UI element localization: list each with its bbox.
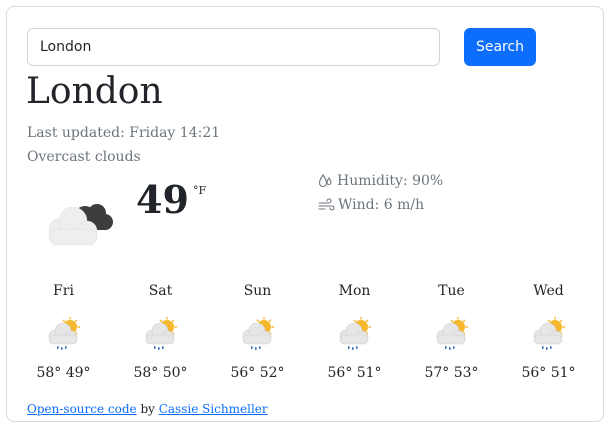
- forecast-day: Fri 58° 49°: [15, 283, 112, 381]
- city-name: London: [26, 71, 163, 112]
- overcast-clouds-icon: [48, 204, 113, 246]
- cloud-sun-rain-icon: [48, 317, 80, 350]
- forecast-day-name: Tue: [438, 283, 465, 299]
- cloud-sun-rain-icon: [242, 317, 274, 350]
- last-updated: Last updated: Friday 14:21: [27, 125, 221, 141]
- forecast-day-name: Wed: [533, 283, 564, 299]
- forecast-day: Mon 56° 51°: [306, 283, 403, 381]
- forecast-day-name: Mon: [338, 283, 371, 299]
- author-link[interactable]: Cassie Sichmeller: [159, 402, 268, 416]
- forecast-temps: 58° 49°: [36, 365, 91, 381]
- forecast-day: Sat 58° 50°: [112, 283, 209, 381]
- forecast-day: Sun 56° 52°: [209, 283, 306, 381]
- forecast-day: Wed 56° 51°: [500, 283, 597, 381]
- temperature-unit[interactable]: °F: [193, 184, 206, 197]
- forecast-temps: 57° 53°: [424, 365, 479, 381]
- forecast-temps: 56° 52°: [230, 365, 285, 381]
- source-code-link[interactable]: Open-source code: [27, 402, 137, 416]
- forecast-day-name: Sat: [148, 283, 173, 299]
- forecast-temps: 56° 51°: [521, 365, 576, 381]
- humidity-stat: Humidity: 90%: [318, 173, 443, 189]
- humidity-icon: [318, 174, 332, 188]
- city-search-input[interactable]: [27, 28, 440, 66]
- cloud-sun-rain-icon: [145, 317, 177, 350]
- footer: Open-source code by Cassie Sichmeller: [27, 402, 268, 416]
- weather-card: Search London Last updated: Friday 14:21…: [6, 6, 604, 422]
- cloud-sun-rain-icon: [339, 317, 371, 350]
- footer-by-text: by: [136, 402, 159, 416]
- humidity-label: Humidity: 90%: [337, 173, 444, 189]
- forecast-temps: 58° 50°: [133, 365, 188, 381]
- forecast-row: Fri 58° 49° Sat 58° 50° Sun 56° 52° Mon …: [7, 283, 605, 393]
- weather-description: Overcast clouds: [27, 149, 141, 165]
- forecast-day-name: Fri: [53, 283, 74, 299]
- forecast-day: Tue 57° 53°: [403, 283, 500, 381]
- current-temperature: 49: [136, 177, 189, 222]
- wind-label: Wind: 6 m/h: [338, 197, 425, 213]
- search-button[interactable]: Search: [464, 28, 536, 66]
- cloud-sun-rain-icon: [533, 317, 565, 350]
- cloud-sun-rain-icon: [436, 317, 468, 350]
- wind-stat: Wind: 6 m/h: [318, 197, 424, 213]
- forecast-temps: 56° 51°: [327, 365, 382, 381]
- forecast-day-name: Sun: [243, 283, 272, 299]
- wind-icon: [318, 198, 335, 211]
